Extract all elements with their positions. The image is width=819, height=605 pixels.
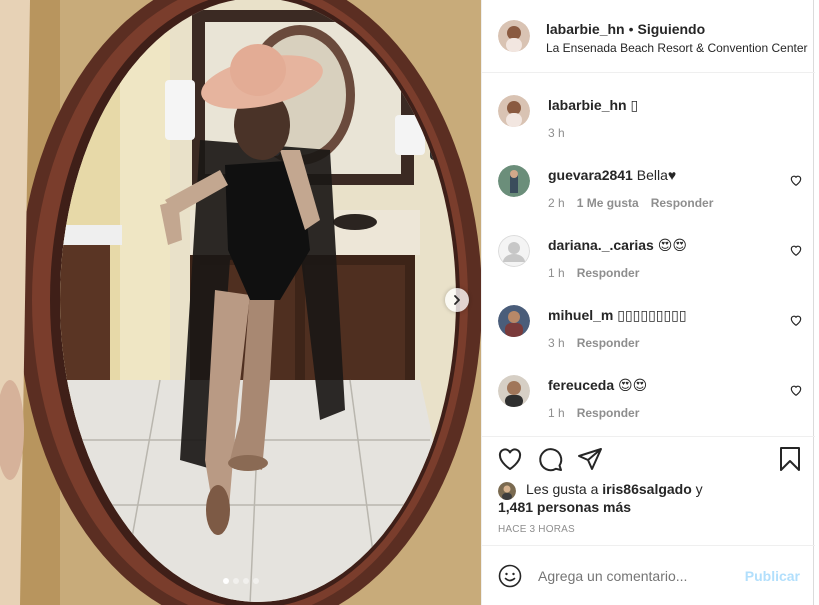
post-actions: Les gusta a iris86salgado y 1,481 person… xyxy=(482,436,815,535)
author-username[interactable]: labarbie_hn xyxy=(546,21,625,37)
carousel-dot xyxy=(242,578,249,584)
reply-button[interactable]: Responder xyxy=(577,406,640,420)
carousel-indicators xyxy=(0,578,481,584)
carousel-dot xyxy=(222,578,229,584)
comment-meta: 1 h Responder xyxy=(548,266,651,280)
carousel-dot xyxy=(232,578,239,584)
comment-time[interactable]: 2 h xyxy=(548,196,565,210)
comment-meta: 2 h 1 Me gusta Responder xyxy=(548,196,725,210)
comment-username[interactable]: mihuel_m xyxy=(548,307,613,323)
comment-bubble-icon[interactable] xyxy=(536,445,564,473)
commenter-avatar[interactable] xyxy=(498,235,530,267)
comment-username[interactable]: dariana._.carias xyxy=(548,237,654,253)
liker-avatar[interactable] xyxy=(498,482,516,500)
comment-input[interactable] xyxy=(538,568,738,584)
likes-conj: y xyxy=(691,481,703,497)
chevron-right-icon xyxy=(454,295,460,305)
likes-line: Les gusta a iris86salgado y xyxy=(526,481,703,497)
comment-username[interactable]: fereuceda xyxy=(548,377,614,393)
comment-body: Bella♥ xyxy=(636,167,677,183)
post-time[interactable]: HACE 3 HORAS xyxy=(498,524,575,535)
comment-body: ▯▯▯▯▯▯▯▯▯ xyxy=(617,307,687,323)
post-photo[interactable] xyxy=(0,0,481,605)
reply-button[interactable]: Responder xyxy=(651,196,714,210)
commenter-avatar[interactable] xyxy=(498,305,530,337)
commenter-avatar[interactable] xyxy=(498,375,530,407)
like-comment-icon[interactable] xyxy=(789,243,803,257)
like-comment-icon[interactable] xyxy=(789,173,803,187)
comment-text: dariana._.carias 😍😍 xyxy=(548,237,687,254)
comment-time[interactable]: 3 h xyxy=(548,336,565,350)
caption-body: ▯ xyxy=(630,97,639,113)
caption-meta: 3 h xyxy=(548,126,577,140)
likes-others[interactable]: 1,481 personas más xyxy=(498,499,631,515)
caption-time[interactable]: 3 h xyxy=(548,126,565,140)
like-comment-icon[interactable] xyxy=(789,313,803,327)
comment-text: guevara2841 Bella♥ xyxy=(548,167,676,183)
reply-button[interactable]: Responder xyxy=(577,336,640,350)
comment-text: fereuceda 😍😍 xyxy=(548,377,647,394)
comment-username[interactable]: guevara2841 xyxy=(548,167,633,183)
carousel-dot xyxy=(252,578,259,584)
author-avatar[interactable] xyxy=(498,95,530,127)
smiley-icon[interactable] xyxy=(498,564,522,588)
comment-body: 😍😍 xyxy=(618,377,648,393)
liker-username[interactable]: iris86salgado xyxy=(602,481,692,497)
reply-button[interactable]: Responder xyxy=(577,266,640,280)
post-location[interactable]: La Ensenada Beach Resort & Convention Ce… xyxy=(546,41,808,55)
comment-text: mihuel_m ▯▯▯▯▯▯▯▯▯ xyxy=(548,307,687,324)
comment-body: 😍😍 xyxy=(657,237,687,253)
commenter-avatar[interactable] xyxy=(498,165,530,197)
caption-text: labarbie_hn ▯ xyxy=(548,97,638,114)
comment-time[interactable]: 1 h xyxy=(548,406,565,420)
mirror-selfie-image xyxy=(0,0,481,605)
paper-plane-icon[interactable] xyxy=(576,445,604,473)
publish-button[interactable]: Publicar xyxy=(745,568,800,584)
like-comment-icon[interactable] xyxy=(789,383,803,397)
next-photo-button[interactable] xyxy=(445,288,469,312)
add-comment-bar: Publicar xyxy=(482,545,815,605)
comments-list[interactable]: labarbie_hn ▯ 3 h guevara2841 Bella♥ 2 h… xyxy=(482,73,815,435)
comment-meta: 3 h Responder xyxy=(548,336,651,350)
separator-dot: • xyxy=(628,21,634,37)
comment-meta: 1 h Responder xyxy=(548,406,651,420)
post-header: labarbie_hn • Siguiendo La Ensenada Beach … xyxy=(482,0,815,73)
bookmark-icon[interactable] xyxy=(776,445,804,473)
post-sidebar: labarbie_hn • Siguiendo La Ensenada Beach … xyxy=(481,0,815,605)
author-line: labarbie_hn • Siguiendo xyxy=(546,21,705,37)
comment-likes[interactable]: 1 Me gusta xyxy=(577,196,639,210)
action-icons xyxy=(496,445,806,473)
comment-time[interactable]: 1 h xyxy=(548,266,565,280)
caption-username[interactable]: labarbie_hn xyxy=(548,97,627,113)
author-avatar[interactable] xyxy=(498,20,530,52)
likes-prefix: Les gusta a xyxy=(526,481,603,497)
heart-icon[interactable] xyxy=(496,445,524,473)
following-button[interactable]: Siguiendo xyxy=(638,21,706,37)
